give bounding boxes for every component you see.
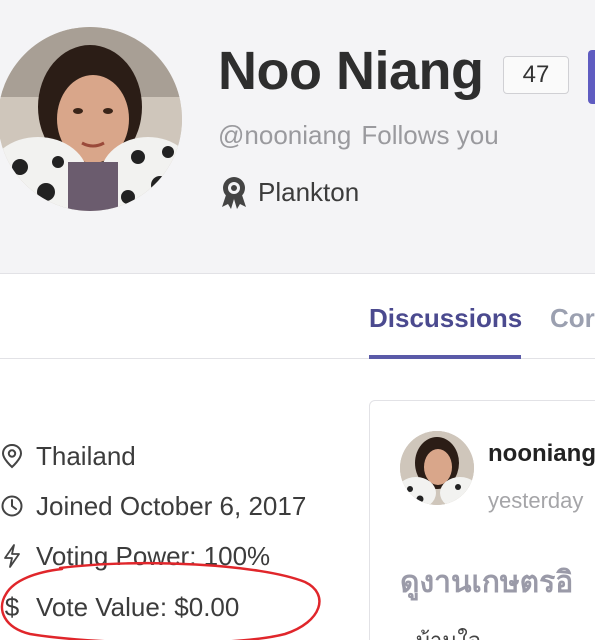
voting-power-item: Voting Power: 100% xyxy=(0,536,270,576)
joined-item: Joined October 6, 2017 xyxy=(0,486,306,526)
dollar-icon: $ xyxy=(4,591,20,622)
post-author-avatar[interactable] xyxy=(400,431,474,505)
joined-text: Joined October 6, 2017 xyxy=(36,490,307,521)
follows-you-label: Follows you xyxy=(361,120,499,150)
username-handle[interactable]: @nooniang xyxy=(218,120,351,150)
rank-line: Plankton xyxy=(218,174,359,210)
post-snippet: บ้านใจ ... xyxy=(416,627,505,640)
rank-label: Plankton xyxy=(258,176,360,207)
voting-power-text: Voting Power: 100% xyxy=(36,540,271,571)
reputation-badge: 47 xyxy=(503,56,569,94)
profile-tabs: Discussions Cor xyxy=(0,275,595,359)
post-timestamp[interactable]: yesterday xyxy=(488,487,583,515)
location-pin-icon xyxy=(1,443,23,469)
vote-value-text: Vote Value: $0.00 xyxy=(36,591,240,622)
post-author-name[interactable]: nooniang xyxy=(488,439,595,469)
tab-comments[interactable]: Cor xyxy=(550,301,595,335)
profile-avatar[interactable] xyxy=(0,27,182,211)
post-card[interactable]: nooniang yesterday ดูงานเกษตรอิ บ้านใจ .… xyxy=(369,400,595,640)
location-text: Thailand xyxy=(36,440,136,471)
profile-photo xyxy=(0,27,182,211)
profile-page: Noo Niang 47 @nooniang Follows you Plankt… xyxy=(0,0,595,640)
vote-value-item: $ Vote Value: $0.00 xyxy=(0,587,240,627)
award-medal-icon xyxy=(222,177,246,209)
display-name: Noo Niang xyxy=(218,41,484,101)
active-tab-indicator xyxy=(369,355,521,359)
clock-icon xyxy=(1,495,23,517)
profile-header: Noo Niang 47 @nooniang Follows you Plankt… xyxy=(0,0,595,274)
post-title[interactable]: ดูงานเกษตรอิ xyxy=(400,563,573,603)
tab-discussions[interactable]: Discussions xyxy=(369,301,522,335)
lightning-icon xyxy=(4,544,20,568)
location-item: Thailand xyxy=(0,436,136,476)
follow-button[interactable] xyxy=(588,50,595,104)
handle-line: @nooniang Follows you xyxy=(218,118,499,152)
post-author-photo xyxy=(400,431,474,505)
